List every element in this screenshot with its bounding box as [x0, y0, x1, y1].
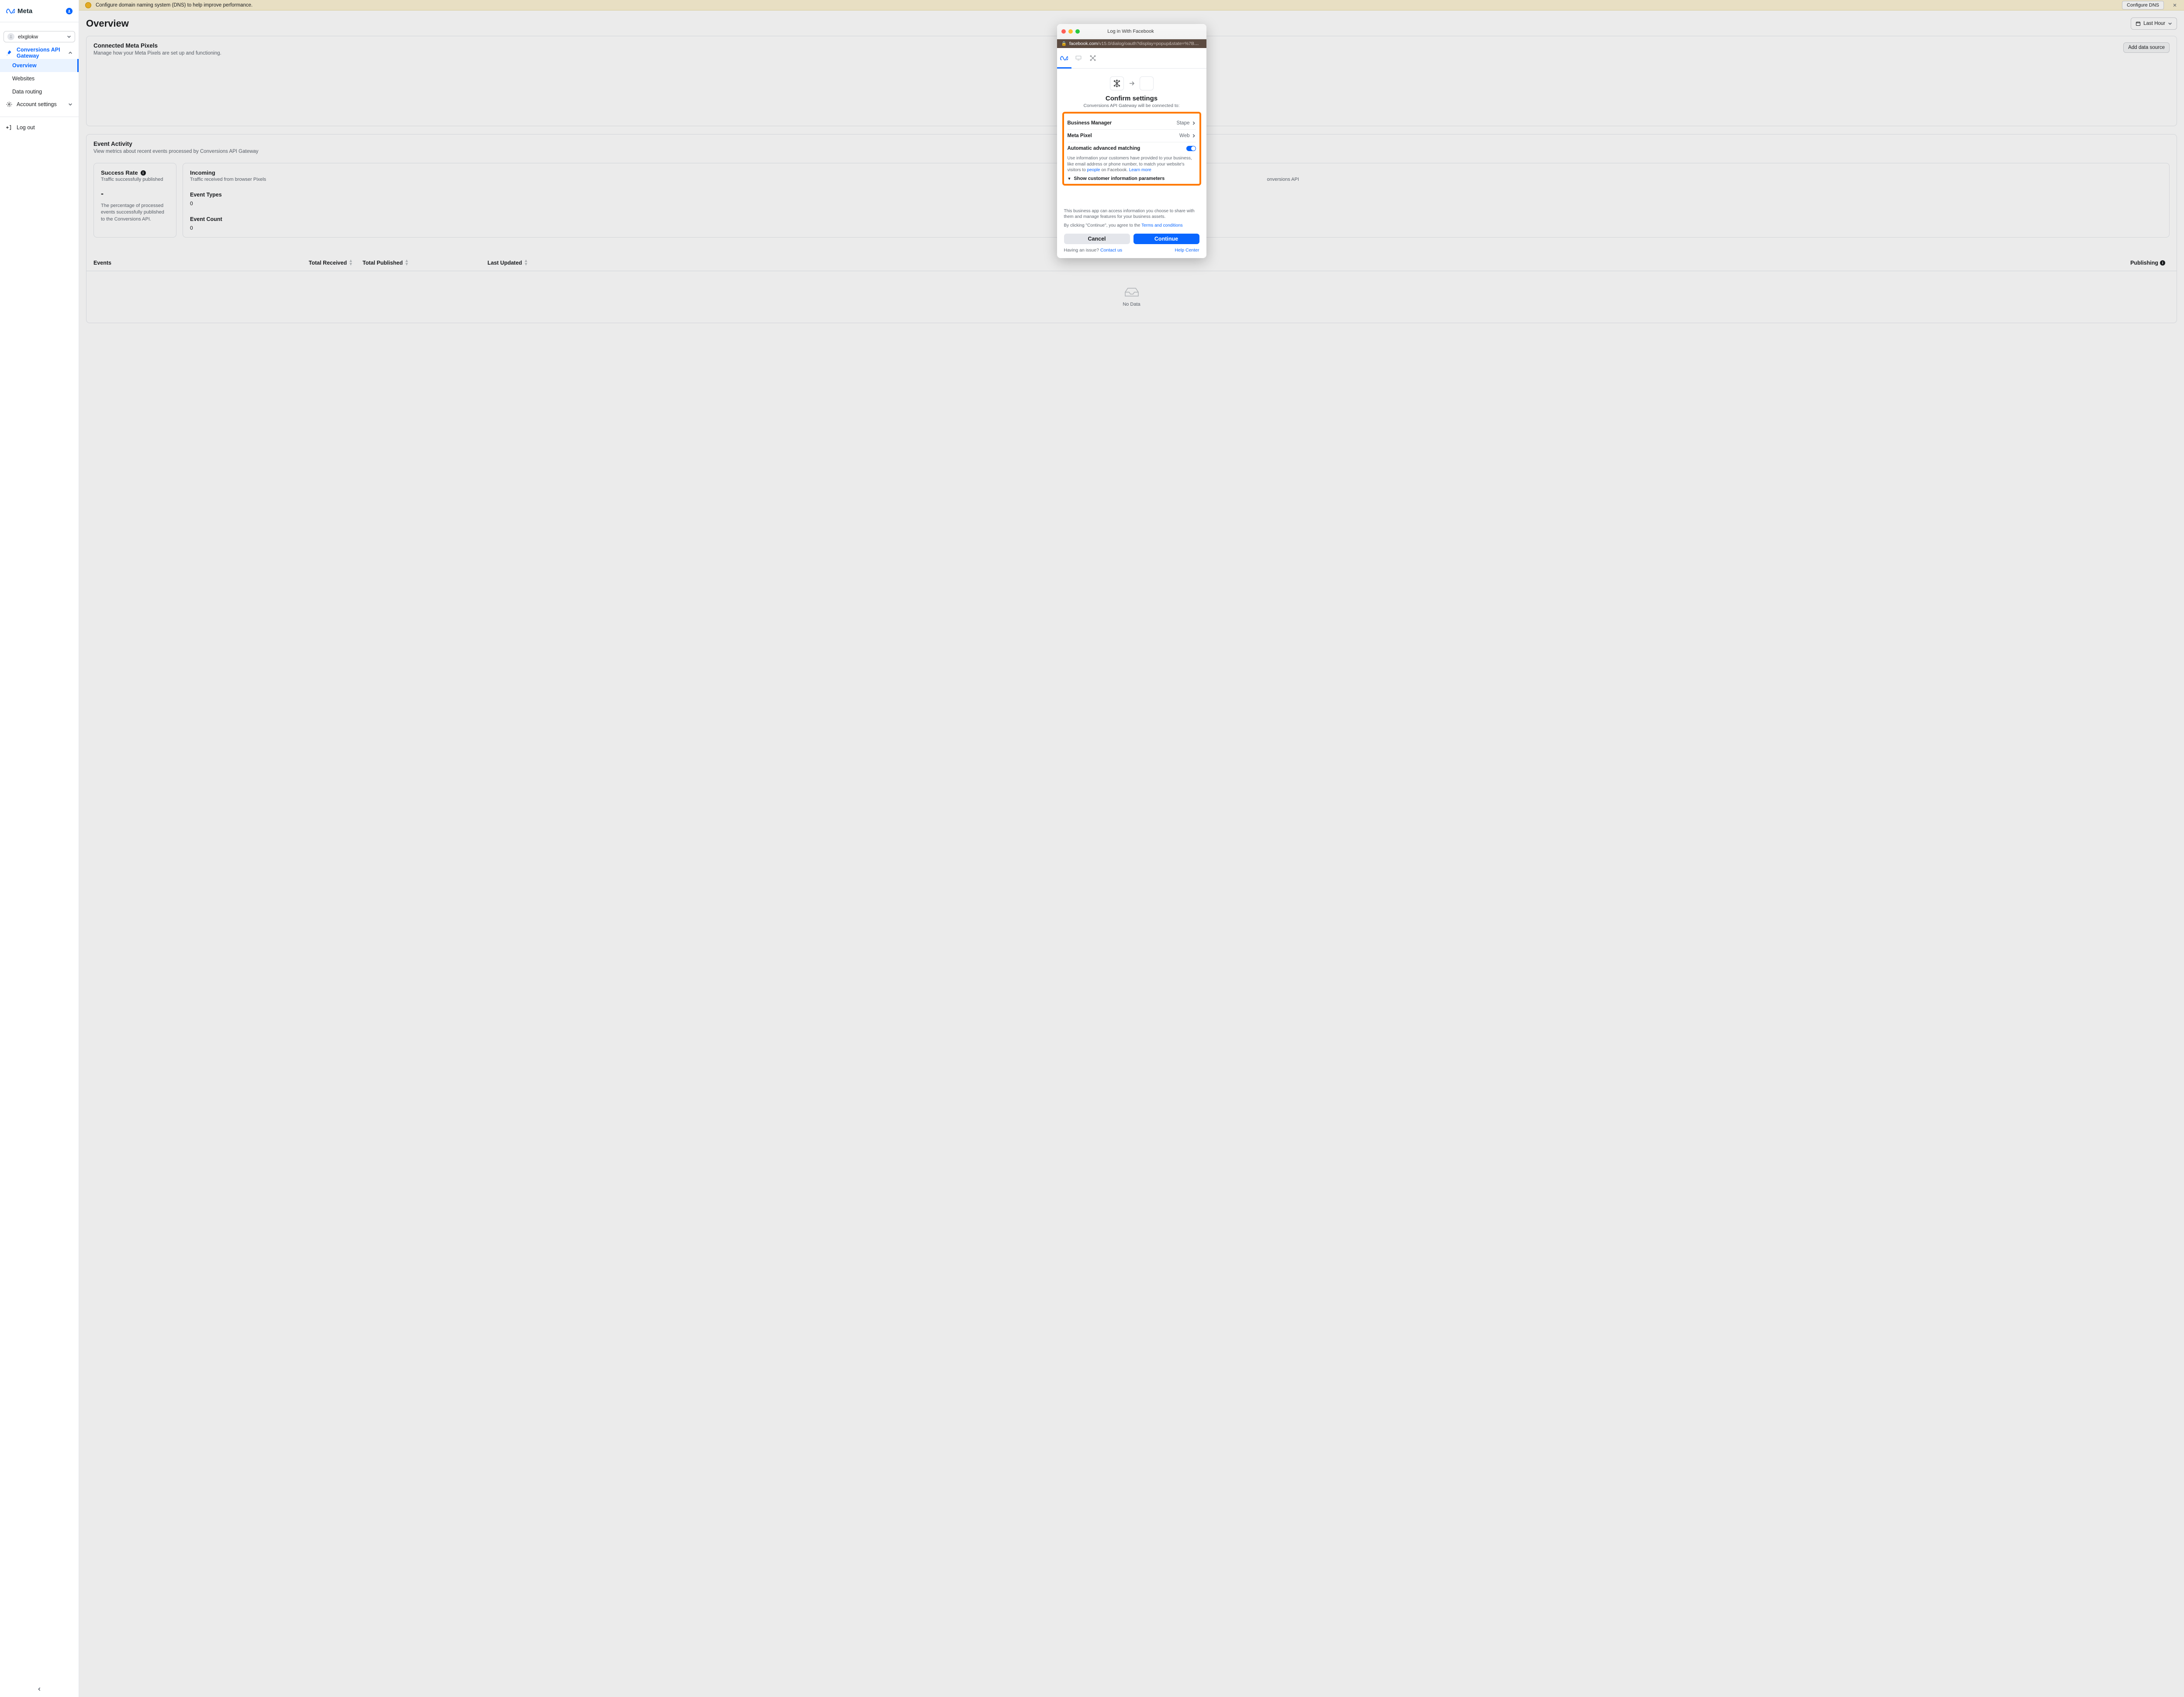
- row-business-manager[interactable]: Business Manager Stape: [1068, 117, 1196, 130]
- org-name: elxglokw: [18, 34, 38, 40]
- confirm-settings-subtitle: Conversions API Gateway will be connecte…: [1064, 103, 1199, 108]
- hub-icon: [1110, 76, 1124, 90]
- nav-logout-label: Log out: [17, 124, 35, 131]
- popup-titlebar: Log in With Facebook: [1057, 24, 1206, 39]
- logout-icon: [6, 124, 12, 131]
- popup-window-title: Log in With Facebook: [1084, 29, 1178, 34]
- cancel-button[interactable]: Cancel: [1064, 234, 1130, 244]
- rocket-icon: [6, 50, 12, 56]
- arrow-right-icon: [1129, 81, 1134, 86]
- main: Configure domain naming system (DNS) to …: [79, 0, 2184, 1697]
- gear-icon: [6, 101, 12, 107]
- nav-account-settings-label: Account settings: [17, 101, 57, 107]
- chevron-down-icon: [68, 102, 73, 107]
- profile-avatar[interactable]: [66, 8, 73, 14]
- popup-disclaimer: This business app can access information…: [1057, 208, 1206, 229]
- nav-overview[interactable]: Overview: [0, 59, 79, 72]
- terms-link[interactable]: Terms and conditions: [1141, 223, 1183, 228]
- continue-button[interactable]: Continue: [1133, 234, 1199, 244]
- advanced-matching-caption: Use information your customers have prov…: [1068, 155, 1196, 173]
- network-icon: [1090, 55, 1096, 61]
- popup-footer: Having an issue? Contact us Help Center: [1057, 248, 1206, 258]
- advanced-matching-toggle[interactable]: [1186, 146, 1196, 151]
- window-controls[interactable]: [1061, 29, 1080, 34]
- people-link[interactable]: people: [1087, 168, 1100, 172]
- expand-customer-params[interactable]: ▼ Show customer information parameters: [1068, 176, 1196, 181]
- minimize-window-icon[interactable]: [1068, 29, 1073, 34]
- nav-account-settings[interactable]: Account settings: [0, 98, 79, 110]
- step-tab-3[interactable]: [1086, 48, 1100, 68]
- address-bar: 🔒 facebook.com/v15.0/dialog/oauth?displa…: [1057, 39, 1206, 48]
- help-center-link[interactable]: Help Center: [1175, 248, 1199, 253]
- org-selector[interactable]: elxglokw: [3, 31, 75, 42]
- contact-us-link[interactable]: Contact us: [1100, 248, 1122, 253]
- popup-body: Confirm settings Conversions API Gateway…: [1057, 69, 1206, 191]
- sidebar-header: Meta: [0, 0, 79, 22]
- nav-section-label: Conversions API Gateway: [17, 47, 64, 59]
- learn-more-link[interactable]: Learn more: [1129, 168, 1151, 172]
- step-tab-2[interactable]: [1071, 48, 1086, 68]
- row-meta-pixel[interactable]: Meta Pixel Web: [1068, 130, 1196, 142]
- nav-logout[interactable]: Log out: [0, 121, 79, 134]
- nav-websites[interactable]: Websites: [0, 72, 79, 85]
- brand-name: Meta: [17, 7, 32, 15]
- facebook-login-popup: Log in With Facebook 🔒 facebook.com/v15.…: [1057, 24, 1206, 258]
- nav-data-routing[interactable]: Data routing: [0, 85, 79, 98]
- meta-logo-icon: [6, 8, 15, 14]
- meta-logo-icon: [1060, 55, 1068, 61]
- brand: Meta: [6, 7, 32, 15]
- chevron-right-icon: [1192, 134, 1196, 138]
- triangle-down-icon: ▼: [1068, 176, 1071, 181]
- popup-step-tabs: [1057, 48, 1206, 69]
- row-advanced-matching: Automatic advanced matching: [1068, 142, 1196, 155]
- nav-section-capi-gateway[interactable]: Conversions API Gateway: [0, 47, 79, 59]
- sidebar: Meta elxglokw Conversions API Gateway: [0, 0, 79, 1697]
- sidebar-collapse-button[interactable]: [0, 1685, 79, 1694]
- maximize-window-icon[interactable]: [1075, 29, 1080, 34]
- confirm-illustration: [1064, 76, 1199, 90]
- address-url: facebook.com/v15.0/dialog/oauth?display=…: [1069, 41, 1202, 46]
- step-tab-1[interactable]: [1057, 48, 1071, 68]
- settings-highlight: Business Manager Stape Meta Pixel Web: [1062, 112, 1201, 186]
- lock-icon: 🔒: [1061, 41, 1067, 46]
- close-window-icon[interactable]: [1061, 29, 1066, 34]
- target-placeholder-icon: [1140, 76, 1154, 90]
- person-icon: [67, 9, 71, 13]
- confirm-settings-title: Confirm settings: [1064, 95, 1199, 102]
- chevron-down-icon: [67, 34, 71, 39]
- chevron-up-icon: [68, 51, 73, 55]
- screen-icon: [1075, 55, 1082, 61]
- popup-actions: Cancel Continue: [1057, 228, 1206, 248]
- org-avatar-icon: [7, 33, 14, 40]
- chevron-right-icon: [1192, 121, 1196, 125]
